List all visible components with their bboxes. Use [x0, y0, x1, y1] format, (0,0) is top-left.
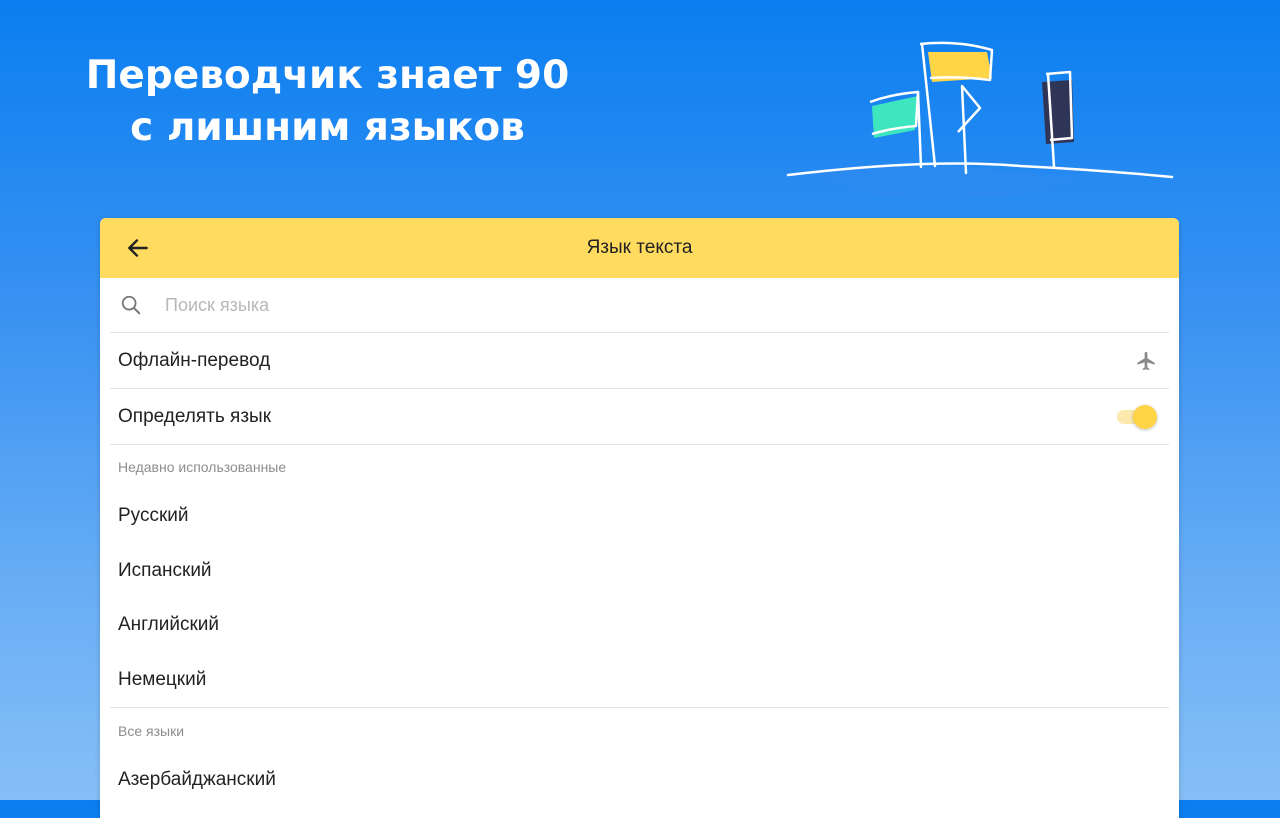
recent-languages-section: Недавно использованные Русский Испанский… — [100, 445, 1179, 707]
hill-shape — [810, 165, 1090, 199]
page-title: Язык текста — [586, 237, 693, 258]
back-button[interactable] — [118, 228, 158, 268]
promo-title-line-2: с лишним языков — [130, 105, 525, 150]
all-section-header: Все языки — [118, 722, 185, 739]
airplane-icon — [1135, 350, 1157, 372]
offline-translation-label: Офлайн-перевод — [118, 349, 271, 371]
all-languages-section: Все языки Азербайджанский — [100, 708, 1179, 808]
offline-translation-row[interactable]: Офлайн-перевод — [110, 333, 1169, 389]
language-picker-card: Язык текста Офлайн-перевод Определять яз… — [100, 218, 1179, 818]
arrow-left-icon — [128, 239, 148, 257]
detect-language-toggle[interactable] — [1115, 404, 1157, 430]
list-item[interactable]: Английский — [110, 598, 1169, 653]
list-item[interactable]: Русский — [110, 489, 1169, 544]
promo-title-line-1: Переводчик знает 90 — [85, 53, 570, 98]
list-item[interactable]: Немецкий — [110, 653, 1169, 708]
search-icon — [120, 293, 144, 317]
search-input[interactable] — [163, 293, 1067, 317]
all-languages-list: Азербайджанский — [100, 753, 1179, 808]
recent-section-header: Недавно использованные — [118, 459, 287, 475]
search-bar — [110, 278, 1169, 333]
app-bar: Язык текста — [100, 218, 1179, 278]
promo-title: Переводчик знает 90 с лишним языков — [60, 50, 595, 154]
flags-illustration — [786, 41, 1174, 199]
toggle-thumb — [1133, 404, 1157, 429]
list-item[interactable]: Испанский — [110, 544, 1169, 599]
list-item[interactable]: Азербайджанский — [110, 753, 1169, 808]
detect-language-label: Определять язык — [118, 405, 272, 427]
recent-languages-list: Русский Испанский Английский Немецкий — [100, 489, 1179, 707]
dark-flag — [1042, 80, 1074, 144]
detect-language-row[interactable]: Определять язык — [110, 389, 1169, 445]
